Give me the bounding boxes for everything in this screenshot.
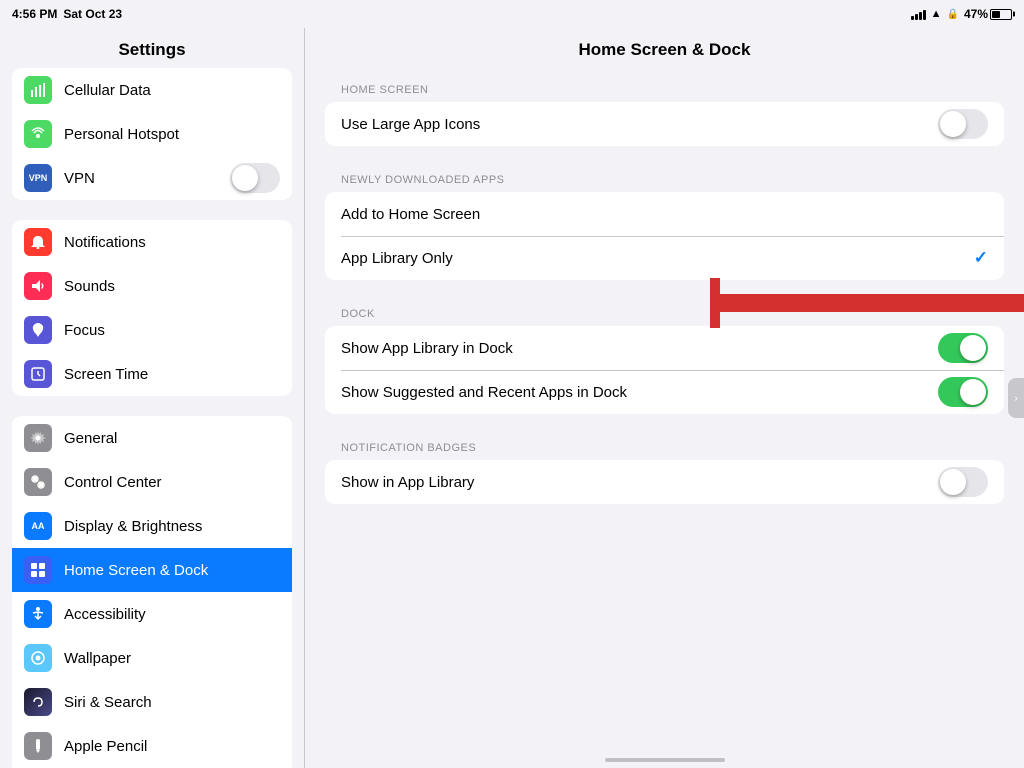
sidebar-title: Settings [0,28,304,68]
settings-card-newly-downloaded: Add to Home Screen App Library Only ✓ [325,192,1004,280]
show-in-app-library-toggle[interactable] [938,467,988,497]
row-show-in-app-library[interactable]: Show in App Library [325,460,1004,504]
status-date: Sat Oct 23 [63,7,122,21]
general-icon [24,424,52,452]
applepencil-icon [24,732,52,760]
sidebar-item-vpn[interactable]: VPN VPN [12,156,292,200]
wallpaper-icon [24,644,52,672]
battery-status: 47% [964,7,1012,21]
sidebar-item-label: Apple Pencil [64,738,280,755]
sidebar-item-wallpaper[interactable]: Wallpaper [12,636,292,680]
accessibility-icon [24,600,52,628]
section-header-newly-downloaded: NEWLY DOWNLOADED APPS [325,174,1004,186]
battery-percent: 47% [964,7,988,21]
controlcenter-icon [24,468,52,496]
sidebar-item-siri[interactable]: Siri & Search [12,680,292,724]
row-label-show-in-app-library: Show in App Library [341,474,938,491]
sidebar-item-notifications[interactable]: Notifications [12,220,292,264]
section-home-screen: HOME SCREEN Use Large App Icons [325,84,1004,146]
show-suggested-toggle[interactable] [938,377,988,407]
siri-icon [24,688,52,716]
content-area: Home Screen & Dock › HOME SCREEN Use Lar… [305,28,1024,768]
sidebar-item-sounds[interactable]: Sounds [12,264,292,308]
vpn-icon: VPN [24,164,52,192]
section-header-notification-badges: NOTIFICATION BADGES [325,442,1004,454]
content-title: Home Screen & Dock [305,28,1024,68]
sidebar-item-label: Display & Brightness [64,518,280,535]
status-bar-left: 4:56 PM Sat Oct 23 [12,7,122,21]
row-large-icons[interactable]: Use Large App Icons [325,102,1004,146]
section-notification-badges: NOTIFICATION BADGES Show in App Library [325,442,1004,504]
battery-icon [990,9,1012,20]
settings-card-notification-badges: Show in App Library [325,460,1004,504]
notifications-icon [24,228,52,256]
section-newly-downloaded: NEWLY DOWNLOADED APPS Add to Home Screen… [325,174,1004,280]
sidebar-group-display: General Control Center AA Display & Brig… [12,416,292,768]
content-scroll: HOME SCREEN Use Large App Icons NEWLY DO… [305,68,1024,768]
scroll-tab[interactable]: › [1008,378,1024,418]
sidebar-item-homescreen[interactable]: Home Screen & Dock [12,548,292,592]
row-add-to-home[interactable]: Add to Home Screen [325,192,1004,236]
home-indicator [605,758,725,762]
sidebar-item-accessibility[interactable]: Accessibility [12,592,292,636]
sidebar-item-label: VPN [64,170,230,187]
sidebar-item-screentime[interactable]: Screen Time [12,352,292,396]
sidebar-item-label: Wallpaper [64,650,280,667]
sidebar-item-controlcenter[interactable]: Control Center [12,460,292,504]
sidebar-item-label: Screen Time [64,366,280,383]
status-bar: 4:56 PM Sat Oct 23 ▲ 🔒 47% [0,0,1024,28]
sidebar-item-hotspot[interactable]: Personal Hotspot [12,112,292,156]
focus-icon [24,316,52,344]
row-label-show-suggested: Show Suggested and Recent Apps in Dock [341,384,938,401]
row-show-suggested[interactable]: Show Suggested and Recent Apps in Dock [325,370,1004,414]
sidebar-item-label: Accessibility [64,606,280,623]
sidebar-item-label: Cellular Data [64,82,280,99]
section-header-home-screen: HOME SCREEN [325,84,1004,96]
screentime-icon [24,360,52,388]
sounds-icon [24,272,52,300]
sidebar-list: Cellular Data Personal Hotspot VPN VPN [0,68,304,768]
row-app-library-only[interactable]: App Library Only ✓ [325,236,1004,280]
sidebar-group-system: Notifications Sounds Focus [12,220,292,396]
sidebar-item-cellular[interactable]: Cellular Data [12,68,292,112]
row-label-large-icons: Use Large App Icons [341,116,938,133]
hotspot-icon [24,120,52,148]
lock-icon: 🔒 [947,9,959,20]
sidebar-item-label: Sounds [64,278,280,295]
row-label-show-app-library-dock: Show App Library in Dock [341,340,938,357]
signal-icon [911,8,926,20]
sidebar-item-general[interactable]: General [12,416,292,460]
sidebar: Settings Cellular Data Personal Hotspot [0,28,305,768]
sidebar-item-label: Home Screen & Dock [64,562,280,579]
sidebar-item-label: General [64,430,280,447]
display-icon: AA [24,512,52,540]
homescreen-icon [24,556,52,584]
settings-card-dock: Show App Library in Dock Show Suggested … [325,326,1004,414]
sidebar-item-label: Siri & Search [64,694,280,711]
chevron-right-icon: › [1014,393,1017,404]
status-bar-right: ▲ 🔒 47% [911,7,1012,21]
sidebar-item-display[interactable]: AA Display & Brightness [12,504,292,548]
sidebar-item-focus[interactable]: Focus [12,308,292,352]
section-dock: DOCK Show App Library in Dock Show Sugge… [325,308,1004,414]
row-label-add-to-home: Add to Home Screen [341,206,988,223]
large-icons-toggle[interactable] [938,109,988,139]
app-library-checkmark: ✓ [974,248,988,268]
sidebar-item-label: Personal Hotspot [64,126,280,143]
sidebar-group-network: Cellular Data Personal Hotspot VPN VPN [12,68,292,200]
section-header-dock: DOCK [325,308,1004,320]
sidebar-item-label: Focus [64,322,280,339]
settings-card-home-screen: Use Large App Icons [325,102,1004,146]
row-show-app-library-dock[interactable]: Show App Library in Dock [325,326,1004,370]
sidebar-item-label: Notifications [64,234,280,251]
sidebar-item-applepencil[interactable]: Apple Pencil [12,724,292,768]
sidebar-item-label: Control Center [64,474,280,491]
vpn-toggle[interactable] [230,163,280,193]
row-label-app-library-only: App Library Only [341,250,974,267]
show-app-library-dock-toggle[interactable] [938,333,988,363]
wifi-icon: ▲ [931,8,942,20]
cellular-icon [24,76,52,104]
status-time: 4:56 PM [12,7,57,21]
